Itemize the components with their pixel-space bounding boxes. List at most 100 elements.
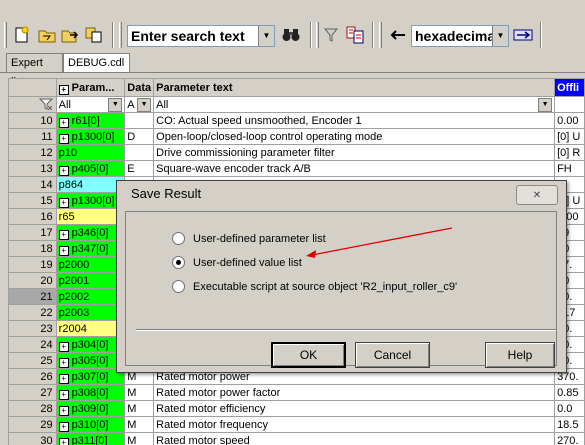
row-number[interactable]: 11 xyxy=(8,128,57,145)
expand-icon[interactable]: + xyxy=(58,389,69,400)
compare-icon[interactable] xyxy=(345,25,365,45)
table-row[interactable]: 28 + p309[0] M Rated motor efficiency 0.0 xyxy=(8,400,585,417)
parameter-text-cell[interactable]: Rated motor power factor xyxy=(153,384,556,401)
chevron-down-icon[interactable]: ▼ xyxy=(538,97,553,112)
parameter-text-cell[interactable]: Square-wave encoder track A/B xyxy=(153,160,556,177)
data-cell[interactable]: M xyxy=(124,416,155,433)
parameter-text-cell[interactable]: Drive commissioning parameter filter xyxy=(153,144,556,161)
radio-button[interactable] xyxy=(172,232,185,245)
copy-icon[interactable] xyxy=(84,25,104,45)
row-number[interactable]: 18 xyxy=(8,240,57,257)
parameter-text-cell[interactable]: CO: Actual speed unsmoothed, Encoder 1 xyxy=(153,112,556,129)
table-row[interactable]: 27 + p308[0] M Rated motor power factor 0.85 xyxy=(8,384,585,401)
row-number[interactable]: 13 xyxy=(8,160,57,177)
parameter-cell[interactable]: p2003 xyxy=(55,304,126,321)
chevron-down-icon[interactable]: ▼ xyxy=(137,97,152,112)
close-button[interactable]: ✕ xyxy=(516,185,558,205)
option-parameter-list[interactable]: User-defined parameter list xyxy=(172,232,326,245)
data-cell[interactable]: M xyxy=(124,400,155,417)
filter-parameter-text[interactable]: All ▼ xyxy=(153,96,556,113)
option-executable-script[interactable]: Executable script at source object 'R2_i… xyxy=(172,280,457,293)
parameter-cell[interactable]: r65 xyxy=(55,208,126,225)
expand-icon[interactable]: + xyxy=(58,133,69,144)
parameter-cell[interactable]: + p307[0] xyxy=(55,368,126,385)
expand-icon[interactable]: + xyxy=(58,245,69,256)
expand-icon[interactable]: + xyxy=(58,229,69,240)
row-number[interactable]: 10 xyxy=(8,112,57,129)
offline-value-cell[interactable]: 0.00 xyxy=(554,112,585,129)
radio-button[interactable] xyxy=(172,280,185,293)
table-row[interactable]: 10 + r61[0] CO: Actual speed unsmoothed, En… xyxy=(8,112,585,129)
row-number[interactable]: 30 xyxy=(8,432,57,445)
expand-icon[interactable]: + xyxy=(58,373,69,384)
parameter-text-cell[interactable]: Open-loop/closed-loop control operating … xyxy=(153,128,556,145)
offline-value-cell[interactable]: [0] R xyxy=(554,144,585,161)
row-number[interactable]: 19 xyxy=(8,256,57,273)
parameter-text-cell[interactable]: Rated motor efficiency xyxy=(153,400,556,417)
parameter-cell[interactable]: + p305[0] xyxy=(55,352,126,369)
data-cell[interactable] xyxy=(124,144,155,161)
help-button[interactable]: Help xyxy=(485,342,555,368)
parameter-cell[interactable]: r2004 xyxy=(55,320,126,337)
parameter-cell[interactable]: + p309[0] xyxy=(55,400,126,417)
data-cell[interactable] xyxy=(124,112,155,129)
transfer-icon[interactable] xyxy=(512,25,534,45)
new-list-icon[interactable] xyxy=(12,25,32,45)
row-number[interactable]: 24 xyxy=(8,336,57,353)
expand-icon[interactable]: + xyxy=(58,437,69,445)
offline-value-cell[interactable]: [0] U xyxy=(554,128,585,145)
chevron-down-icon[interactable]: ▼ xyxy=(492,26,508,46)
binoculars-icon[interactable] xyxy=(280,25,302,45)
row-number[interactable]: 25 xyxy=(8,352,57,369)
toolbar-grip[interactable] xyxy=(316,22,319,48)
table-row[interactable]: 13 + p405[0] E Square-wave encoder track A/B… xyxy=(8,160,585,177)
tab-expert-list[interactable]: Expert list xyxy=(6,53,63,88)
row-number[interactable]: 27 xyxy=(8,384,57,401)
format-select[interactable]: hexadecima xyxy=(415,28,495,44)
parameter-cell[interactable]: + r61[0] xyxy=(55,112,126,129)
parameter-cell[interactable]: + p405[0] xyxy=(55,160,126,177)
chevron-down-icon[interactable]: ▼ xyxy=(108,97,123,112)
row-number[interactable]: 20 xyxy=(8,272,57,289)
parameter-text-cell[interactable]: Rated motor speed xyxy=(153,432,556,445)
parameter-cell[interactable]: p2000 xyxy=(55,256,126,273)
expand-icon[interactable]: + xyxy=(58,357,69,368)
parameter-cell[interactable]: + p310[0] xyxy=(55,416,126,433)
row-number[interactable]: 17 xyxy=(8,224,57,241)
expand-icon[interactable]: + xyxy=(58,341,69,352)
table-row[interactable]: 30 + p311[0] M Rated motor speed 270. xyxy=(8,432,585,445)
row-number[interactable]: 12 xyxy=(8,144,57,161)
chevron-down-icon[interactable]: ▼ xyxy=(258,26,274,46)
expand-icon[interactable]: + xyxy=(58,165,69,176)
row-number[interactable]: 29 xyxy=(8,416,57,433)
parameter-cell[interactable]: + p311[0] xyxy=(55,432,126,445)
search-input[interactable]: Enter search text xyxy=(131,28,245,44)
expand-icon[interactable]: + xyxy=(58,405,69,416)
offline-value-cell[interactable]: 0.85 xyxy=(554,384,585,401)
parameter-text-cell[interactable]: Rated motor frequency xyxy=(153,416,556,433)
open-folder-icon[interactable] xyxy=(37,25,57,45)
data-cell[interactable]: M xyxy=(124,432,155,445)
expand-icon[interactable]: + xyxy=(58,421,69,432)
filter-offline[interactable] xyxy=(554,96,585,113)
data-cell[interactable]: M xyxy=(124,384,155,401)
table-row[interactable]: 11 + p1300[0] D Open-loop/closed-loop contro… xyxy=(8,128,585,145)
row-number[interactable]: 14 xyxy=(8,176,57,193)
parameter-cell[interactable]: + p1300[0] xyxy=(55,192,126,209)
row-number[interactable]: 23 xyxy=(8,320,57,337)
header-offline[interactable]: Offli xyxy=(554,78,585,97)
expand-icon[interactable]: + xyxy=(58,197,69,208)
format-combo[interactable]: hexadecima ▼ xyxy=(411,25,509,47)
filter-icon-cell[interactable] xyxy=(8,96,57,113)
parameter-cell[interactable]: + p304[0] xyxy=(55,336,126,353)
funnel-icon[interactable] xyxy=(38,98,53,110)
expand-icon[interactable]: + xyxy=(58,117,69,128)
filter-data[interactable]: A ▼ xyxy=(124,96,155,113)
go-left-icon[interactable] xyxy=(388,25,408,45)
header-data[interactable]: Data xyxy=(124,78,155,97)
table-row[interactable]: 29 + p310[0] M Rated motor frequency 18.5 xyxy=(8,416,585,433)
parameter-cell[interactable]: + p346[0] xyxy=(55,224,126,241)
row-number[interactable]: 22 xyxy=(8,304,57,321)
parameter-cell[interactable]: + p347[0] xyxy=(55,240,126,257)
row-number[interactable]: 15 xyxy=(8,192,57,209)
